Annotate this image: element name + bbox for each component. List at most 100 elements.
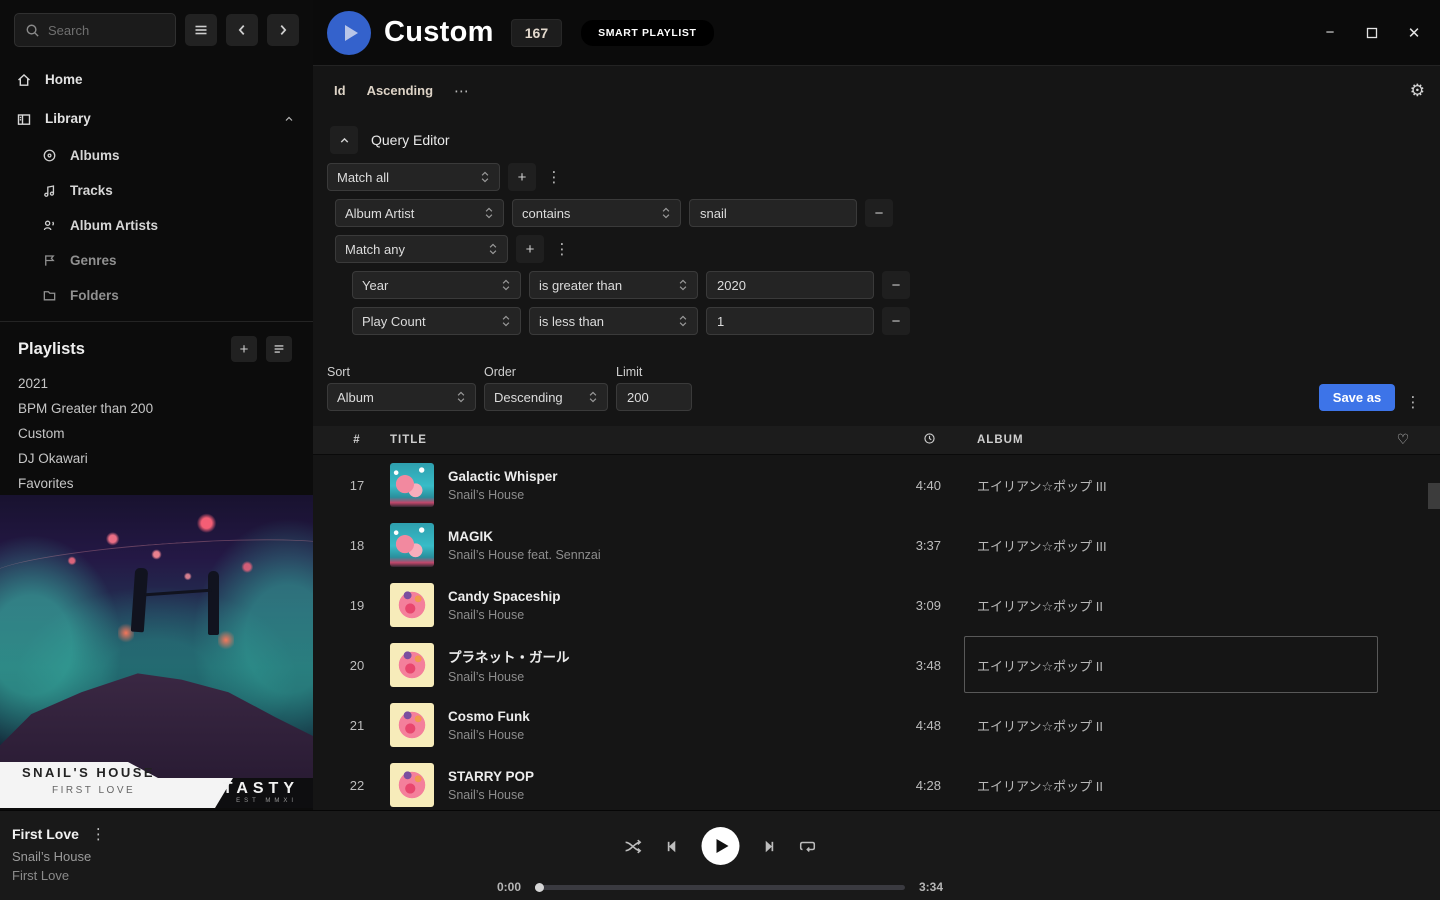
seek-bar[interactable] [535, 885, 905, 890]
sidebar-item-home[interactable]: Home [0, 60, 313, 99]
playlist-item[interactable]: Custom [0, 421, 313, 446]
query-order-select[interactable]: Descending [484, 383, 608, 411]
sidebar-item-album-artists[interactable]: Album Artists [0, 208, 313, 243]
now-playing-title[interactable]: First Love [12, 826, 79, 842]
playlist-item[interactable]: DJ Okawari [0, 446, 313, 471]
chevron-up-icon[interactable] [283, 113, 295, 125]
select-value: Year [362, 278, 388, 293]
playlist-list-button[interactable] [266, 336, 292, 362]
rule-operator-select[interactable]: contains [512, 199, 681, 227]
playlist-item[interactable]: BPM Greater than 200 [0, 396, 313, 421]
now-playing-menu-icon[interactable]: ⋮ [91, 825, 103, 843]
track-artist: Snail’s House [448, 728, 530, 742]
more-options-icon[interactable]: ⋯ [454, 82, 470, 100]
window-maximize-button[interactable] [1363, 24, 1381, 42]
nav-back-button[interactable] [226, 14, 258, 46]
table-row[interactable]: 20 プラネット・ガール Snail’s House 3:48 エイリアン☆ポッ… [313, 635, 1440, 695]
now-playing-album-art[interactable]: SNAIL'S HOUSE FIRST LOVE TASTY EST MMXI [0, 495, 313, 808]
updown-icon [678, 278, 688, 292]
query-limit-input[interactable] [616, 383, 692, 411]
play-pause-button[interactable] [702, 827, 740, 865]
track-number: 17 [329, 478, 385, 493]
window-controls: − ✕ [1321, 24, 1440, 42]
sidebar-item-label: Albums [70, 148, 120, 163]
sort-direction-button[interactable]: Ascending [367, 83, 433, 98]
rule-value-input[interactable] [706, 307, 874, 335]
sort-field-button[interactable]: Id [334, 83, 346, 98]
menu-button[interactable] [185, 14, 217, 46]
rule-field-select[interactable]: Play Count [352, 307, 521, 335]
sidebar-topbar [0, 0, 313, 60]
nav-forward-button[interactable] [267, 14, 299, 46]
sidebar-item-folders[interactable]: Folders [0, 278, 313, 313]
group-menu-icon[interactable]: ⋮ [544, 168, 564, 186]
main-content: Custom 167 SMART PLAYLIST − ✕ Id Ascendi… [313, 0, 1440, 810]
sidebar-item-library[interactable]: Library [0, 99, 313, 138]
table-row[interactable]: 18 MAGIK Snail’s House feat. Sennzai 3:3… [313, 515, 1440, 575]
remove-rule-button[interactable]: − [882, 307, 910, 335]
query-rule-row: Album Artist contains − [335, 199, 1440, 227]
library-icon [16, 111, 32, 127]
shuffle-button[interactable] [624, 838, 643, 855]
remove-rule-button[interactable]: − [882, 271, 910, 299]
gear-icon[interactable]: ⚙ [1410, 81, 1425, 101]
rule-value-input[interactable] [689, 199, 857, 227]
column-header-duration [861, 432, 941, 448]
album-art-figure-arms [144, 589, 212, 597]
column-header-number: # [329, 434, 385, 446]
search-input[interactable] [48, 23, 158, 38]
match-type-select[interactable]: Match any [335, 235, 508, 263]
playlists-header: Playlists + [0, 334, 313, 364]
rule-operator-select[interactable]: is less than [529, 307, 698, 335]
smart-playlist-badge: SMART PLAYLIST [581, 20, 713, 46]
track-title: MAGIK [448, 529, 601, 544]
repeat-button[interactable] [799, 838, 817, 854]
rule-operator-select[interactable]: is greater than [529, 271, 698, 299]
hamburger-icon [193, 22, 209, 38]
order-label: Order [484, 365, 608, 379]
save-as-button[interactable]: Save as [1319, 384, 1395, 411]
home-icon [16, 72, 32, 88]
table-row[interactable]: 19 Candy Spaceship Snail’s House 3:09 エイ… [313, 575, 1440, 635]
playlist-item[interactable]: 2021 [0, 371, 313, 396]
play-playlist-button[interactable] [327, 11, 371, 55]
playback-controls [624, 827, 817, 865]
query-sort-select[interactable]: Album [327, 383, 476, 411]
query-rule-row: Play Count is less than − [352, 307, 1440, 335]
window-close-button[interactable]: ✕ [1405, 24, 1423, 42]
folder-icon [42, 288, 57, 303]
sidebar-item-genres[interactable]: Genres [0, 243, 313, 278]
artist-icon [42, 218, 57, 233]
table-row[interactable]: 17 Galactic Whisper Snail’s House 4:40 エ… [313, 455, 1440, 515]
search-box[interactable] [14, 13, 176, 47]
sidebar-item-albums[interactable]: Albums [0, 138, 313, 173]
group-menu-icon[interactable]: ⋮ [552, 240, 572, 258]
previous-track-button[interactable] [665, 839, 680, 854]
track-title: STARRY POP [448, 769, 534, 784]
remove-rule-button[interactable]: − [865, 199, 893, 227]
table-row[interactable]: 21 Cosmo Funk Snail’s House 4:48 エイリアン☆ポ… [313, 695, 1440, 755]
table-row[interactable]: 22 STARRY POP Snail’s House 4:28 エイリアン☆ポ… [313, 755, 1440, 810]
track-duration: 4:28 [861, 778, 941, 793]
match-type-select[interactable]: Match all [327, 163, 500, 191]
scrollbar-thumb[interactable] [1428, 483, 1440, 509]
query-menu-icon[interactable]: ⋮ [1403, 393, 1423, 411]
playlist-item[interactable]: Favorites [0, 471, 313, 496]
collapse-query-editor-button[interactable] [330, 126, 358, 154]
next-track-button[interactable] [762, 839, 777, 854]
table-header: # TITLE ALBUM ♡ [313, 426, 1440, 455]
playlist-list: 2021 BPM Greater than 200 Custom DJ Okaw… [0, 371, 313, 496]
track-album: エイリアン☆ポップ II [975, 656, 1381, 675]
rule-field-select[interactable]: Year [352, 271, 521, 299]
add-rule-button[interactable]: + [508, 163, 536, 191]
rule-value-input[interactable] [706, 271, 874, 299]
select-value: Album Artist [345, 206, 414, 221]
add-rule-button[interactable]: + [516, 235, 544, 263]
elapsed-time: 0:00 [497, 880, 521, 894]
sidebar-item-tracks[interactable]: Tracks [0, 173, 313, 208]
rule-field-select[interactable]: Album Artist [335, 199, 504, 227]
record-label-subtext: EST MMXI [236, 798, 297, 804]
add-playlist-button[interactable]: + [231, 336, 257, 362]
window-minimize-button[interactable]: − [1321, 24, 1339, 42]
seek-handle[interactable] [535, 883, 544, 892]
